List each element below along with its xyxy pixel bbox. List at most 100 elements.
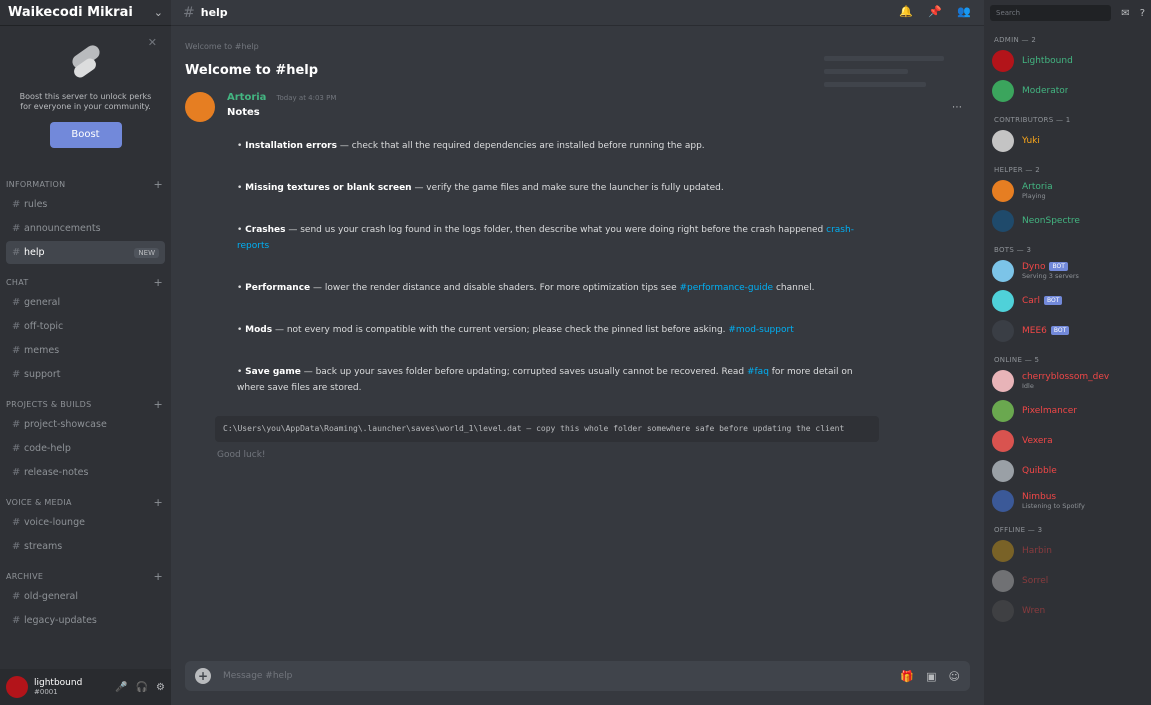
member-item[interactable]: Nimbus Listening to Spotify — [984, 486, 1151, 516]
server-header[interactable]: Waikecodi Mikrai ⌄ — [0, 0, 171, 26]
channel-item[interactable]: # memes — [6, 339, 165, 362]
channel-item[interactable]: # rules — [6, 193, 165, 216]
close-icon[interactable]: ✕ — [148, 36, 157, 49]
member-name: Nimbus — [1022, 492, 1057, 502]
chat-area: # help 🔔 📌 👥 Welcome to #help Welcome to… — [171, 0, 984, 705]
channel-item[interactable]: # support — [6, 363, 165, 386]
member-item[interactable]: MEE6 BOT — [984, 316, 1151, 346]
add-icon[interactable]: + — [195, 668, 211, 684]
plus-icon[interactable]: + — [153, 570, 163, 583]
channel-item[interactable]: # voice-lounge — [6, 511, 165, 534]
channel-label: announcements — [24, 223, 101, 234]
avatar — [992, 130, 1014, 152]
channel-item[interactable]: # code-help — [6, 437, 165, 460]
inbox-icon[interactable]: ✉ — [1121, 8, 1129, 19]
chevron-down-icon[interactable]: ⌄ — [154, 6, 163, 19]
help-icon[interactable]: ? — [1140, 8, 1145, 19]
gear-icon[interactable]: ⚙ — [156, 682, 165, 693]
plus-icon[interactable]: + — [153, 496, 163, 509]
channel-label: legacy-updates — [24, 615, 97, 626]
member-item[interactable]: Wren — [984, 596, 1151, 626]
member-item[interactable]: Lightbound — [984, 46, 1151, 76]
member-name: Sorrel — [1022, 576, 1049, 586]
channel-item[interactable]: # streams — [6, 535, 165, 558]
role-header: Online — 5 — [994, 356, 1040, 364]
plus-icon[interactable]: + — [153, 398, 163, 411]
boost-button[interactable]: Boost — [49, 122, 122, 148]
category-header[interactable]: Chat + — [0, 274, 171, 290]
avatar — [992, 400, 1014, 422]
avatar — [992, 50, 1014, 72]
avatar — [992, 260, 1014, 282]
channel-link[interactable]: #faq — [747, 367, 769, 377]
member-item[interactable]: Vexera — [984, 426, 1151, 456]
item-key: Performance — [245, 283, 311, 293]
channel-label: streams — [24, 541, 63, 552]
plus-icon[interactable]: + — [153, 178, 163, 191]
category-header[interactable]: Voice & Media + — [0, 494, 171, 510]
member-item[interactable]: NeonSpectre — [984, 206, 1151, 236]
plus-icon[interactable]: + — [153, 276, 163, 289]
member-item[interactable]: Sorrel — [984, 566, 1151, 596]
message-input[interactable] — [211, 671, 889, 681]
bell-icon[interactable]: 🔔 — [898, 5, 914, 21]
item-tail: channel. — [773, 283, 815, 293]
message-footer: Good luck! — [217, 450, 266, 460]
category-header[interactable]: Information + — [0, 176, 171, 192]
message-heading: Notes — [227, 107, 260, 118]
member-item[interactable]: Carl BOT — [984, 286, 1151, 316]
microphone-icon[interactable]: 🎤 — [115, 682, 127, 693]
message-composer: + 🎁 ▣ ☺ — [185, 661, 970, 691]
channel-item[interactable]: # off-topic — [6, 315, 165, 338]
channel-item[interactable]: # announcements — [6, 217, 165, 240]
emoji-icon[interactable]: ☺ — [949, 670, 960, 683]
headphones-icon[interactable]: 🎧 — [136, 682, 148, 693]
channel-item[interactable]: # release-notes — [6, 461, 165, 484]
member-name: cherryblossom_dev — [1022, 372, 1110, 382]
member-name: Artoria — [1022, 182, 1053, 192]
channel-item[interactable]: # general — [6, 291, 165, 314]
member-status: Serving 3 servers — [1022, 272, 1079, 280]
member-item[interactable]: Yuki — [984, 126, 1151, 156]
pin-icon[interactable]: 📌 — [927, 5, 943, 21]
member-item[interactable]: Harbin — [984, 536, 1151, 566]
boost-text: Boost this server to unlock perks for ev… — [19, 92, 152, 111]
avatar[interactable] — [6, 676, 28, 698]
more-icon[interactable]: ⋯ — [952, 102, 962, 113]
item-text: — lower the render distance and disable … — [310, 283, 680, 293]
channel-label: memes — [24, 345, 60, 356]
member-item[interactable]: Quibble — [984, 456, 1151, 486]
role-header: Bots — 3 — [994, 246, 1032, 254]
member-item[interactable]: cherryblossom_dev Idle — [984, 366, 1151, 396]
gif-icon[interactable]: ▣ — [926, 670, 936, 683]
channel-item[interactable]: # project-showcase — [6, 413, 165, 436]
hash-icon: # — [12, 419, 21, 430]
gift-icon[interactable]: 🎁 — [900, 670, 914, 683]
channel-item-active[interactable]: # help NEW — [6, 241, 165, 264]
channel-link[interactable]: #performance-guide — [680, 283, 774, 293]
message-list: • Installation errors — check that all t… — [227, 138, 875, 396]
channel-link[interactable]: #mod-support — [728, 325, 793, 335]
channel-item[interactable]: # old-general — [6, 585, 165, 608]
members-icon[interactable]: 👥 — [956, 5, 972, 21]
member-item[interactable]: Dyno BOT Serving 3 servers — [984, 256, 1151, 286]
message-author[interactable]: Artoria Today at 4:03 PM — [227, 92, 970, 103]
member-name: Harbin — [1022, 546, 1052, 556]
member-status: Listening to Spotify — [1022, 502, 1085, 510]
avatar — [992, 290, 1014, 312]
avatar[interactable] — [185, 92, 215, 122]
item-key: Missing textures or blank screen — [245, 183, 412, 193]
search-input[interactable]: Search — [990, 5, 1112, 21]
member-item[interactable]: Pixelmancer — [984, 396, 1151, 426]
list-item: • Save game — back up your saves folder … — [237, 367, 853, 393]
channel-item[interactable]: # legacy-updates — [6, 609, 165, 632]
member-item[interactable]: Moderator — [984, 76, 1151, 106]
item-key: Save game — [245, 367, 301, 377]
new-badge: NEW — [134, 247, 159, 258]
channel-label: code-help — [24, 443, 71, 454]
channel-label: release-notes — [24, 467, 89, 478]
category-header[interactable]: Archive + — [0, 568, 171, 584]
category-header[interactable]: Projects & Builds + — [0, 396, 171, 412]
welcome-small: Welcome to #help — [185, 42, 259, 51]
member-item[interactable]: Artoria Playing — [984, 176, 1151, 206]
